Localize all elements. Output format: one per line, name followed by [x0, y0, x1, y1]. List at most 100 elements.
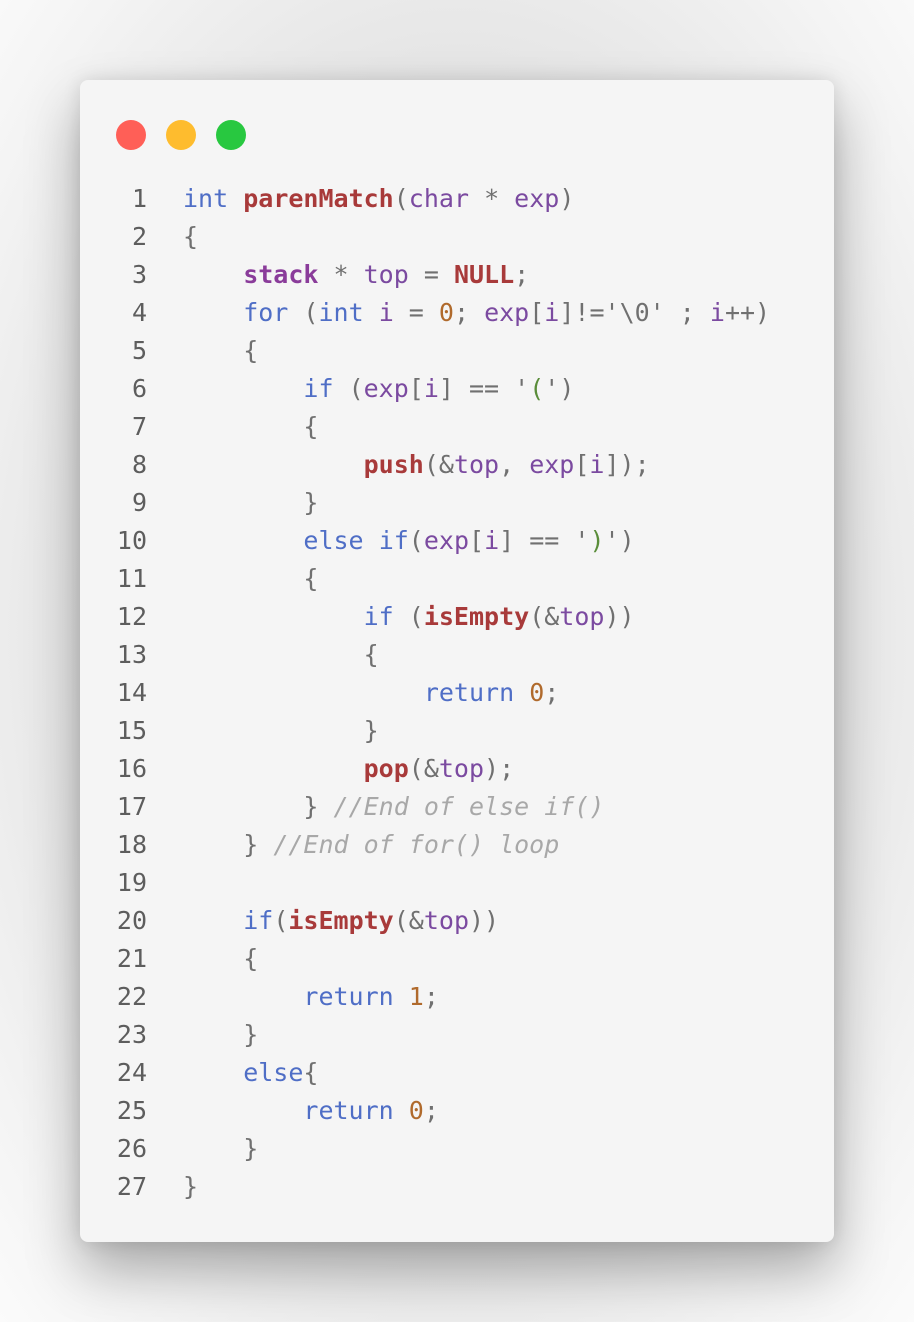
keyword-token: for: [243, 298, 289, 327]
punctuation-token: (&: [529, 602, 560, 631]
identifier-token: i: [544, 298, 560, 327]
line-number: 22: [116, 982, 147, 1011]
function-token: parenMatch: [243, 184, 394, 213]
punctuation-token: ;: [453, 298, 485, 327]
punctuation-token: {: [303, 1058, 319, 1087]
line-content: if (isEmpty(&top)): [183, 598, 635, 636]
punctuation-token: ;: [514, 260, 530, 289]
string-token: (: [529, 374, 545, 403]
keyword-token: else: [243, 1058, 304, 1087]
line-content: } //End of for() loop: [183, 826, 559, 864]
punctuation-token: {: [303, 412, 319, 441]
line-content: {: [183, 332, 258, 370]
punctuation-token: {: [243, 336, 259, 365]
line-number: 11: [116, 564, 147, 593]
punctuation-token: (: [333, 374, 364, 403]
code-line: 14 return 0;: [110, 674, 810, 712]
line-content: pop(&top);: [183, 750, 515, 788]
code-block: 1 int parenMatch(char * exp) 2{3 stack * to…: [110, 180, 810, 1206]
code-line: 11 {: [110, 560, 810, 598]
code-line: 16 pop(&top);: [110, 750, 810, 788]
punctuation-token: }: [363, 716, 379, 745]
punctuation-token: }: [243, 830, 274, 859]
punctuation-token: {: [363, 640, 379, 669]
line-number: 5: [131, 336, 147, 365]
line-number: 10: [116, 526, 147, 555]
code-line: 13 {: [110, 636, 810, 674]
maximize-button[interactable]: [216, 120, 246, 150]
line-content: {: [183, 636, 379, 674]
line-number: 25: [116, 1096, 147, 1125]
code-line: 10 else if(exp[i] == ')'): [110, 522, 810, 560]
line-content: int parenMatch(char * exp): [183, 180, 574, 218]
code-line: 15}: [110, 712, 810, 750]
line-number: 18: [116, 830, 147, 859]
punctuation-token: (: [393, 184, 409, 213]
code-line: 25 return 0;: [110, 1092, 810, 1130]
line-content: return 0;: [183, 1092, 439, 1130]
line-number: 24: [116, 1058, 147, 1087]
punctuation-token: [394, 982, 409, 1011]
line-content: return 1;: [183, 978, 439, 1016]
line-number: 17: [116, 792, 147, 821]
line-number: 21: [116, 944, 147, 973]
line-number: 26: [116, 1134, 147, 1163]
function-token: pop: [363, 754, 409, 783]
punctuation-token: (&: [408, 754, 439, 783]
comment-token: //End of for() loop: [273, 830, 560, 859]
code-line: 20 if(isEmpty(&top)): [110, 902, 810, 940]
line-number: 27: [116, 1172, 147, 1201]
line-content: if (exp[i] == '('): [183, 370, 574, 408]
number-token: 0: [438, 298, 454, 327]
function-token: isEmpty: [288, 906, 394, 935]
line-number: 23: [116, 1020, 147, 1049]
punctuation-token: =: [408, 260, 454, 289]
punctuation-token: '): [604, 526, 635, 555]
punctuation-token: ;: [423, 982, 439, 1011]
keyword-token: else: [303, 526, 364, 555]
number-token: 0: [408, 1096, 424, 1125]
code-line: 12 if (isEmpty(&top)): [110, 598, 810, 636]
function-token: push: [363, 450, 424, 479]
punctuation-token: '): [544, 374, 575, 403]
line-number: 14: [116, 678, 147, 707]
keyword-token: if: [243, 906, 274, 935]
code-window: 1 int parenMatch(char * exp) 2{3 stack * to…: [80, 80, 834, 1242]
identifier-token: top: [438, 754, 485, 783]
line-content: }: [183, 1016, 258, 1054]
punctuation-token: );: [484, 754, 515, 783]
string-token: ): [589, 526, 605, 555]
code-line: 1 int parenMatch(char * exp): [110, 180, 810, 218]
line-content: push(&top, exp[i]);: [183, 446, 650, 484]
line-content: if(isEmpty(&top)): [183, 902, 499, 940]
punctuation-token: ): [559, 184, 575, 213]
punctuation-token: ] == ': [499, 526, 590, 555]
line-number: 9: [131, 488, 147, 517]
line-content: }: [183, 712, 379, 750]
comment-token: //End of else if(): [333, 792, 605, 821]
keyword-token: int: [183, 184, 229, 213]
punctuation-token: ++): [724, 298, 771, 327]
function-token: NULL: [453, 260, 515, 289]
punctuation-token: [364, 526, 379, 555]
identifier-token: i: [378, 298, 394, 327]
identifier-token: i: [484, 526, 500, 555]
punctuation-token: }: [303, 488, 319, 517]
close-button[interactable]: [116, 120, 146, 150]
punctuation-token: [: [408, 374, 424, 403]
line-number: 20: [116, 906, 147, 935]
punctuation-token: {: [243, 944, 259, 973]
line-number: 2: [131, 222, 147, 251]
minimize-button[interactable]: [166, 120, 196, 150]
line-number: 4: [131, 298, 147, 327]
line-number: 3: [131, 260, 147, 289]
code-line: 27}: [110, 1168, 810, 1206]
line-number: 7: [131, 412, 147, 441]
punctuation-token: [: [574, 450, 590, 479]
punctuation-token: }: [183, 1172, 199, 1201]
type-token: stack: [243, 260, 319, 289]
punctuation-token: [514, 678, 529, 707]
line-number: 15: [116, 716, 147, 745]
code-line: 22 return 1;: [110, 978, 810, 1016]
line-content: }: [183, 484, 318, 522]
